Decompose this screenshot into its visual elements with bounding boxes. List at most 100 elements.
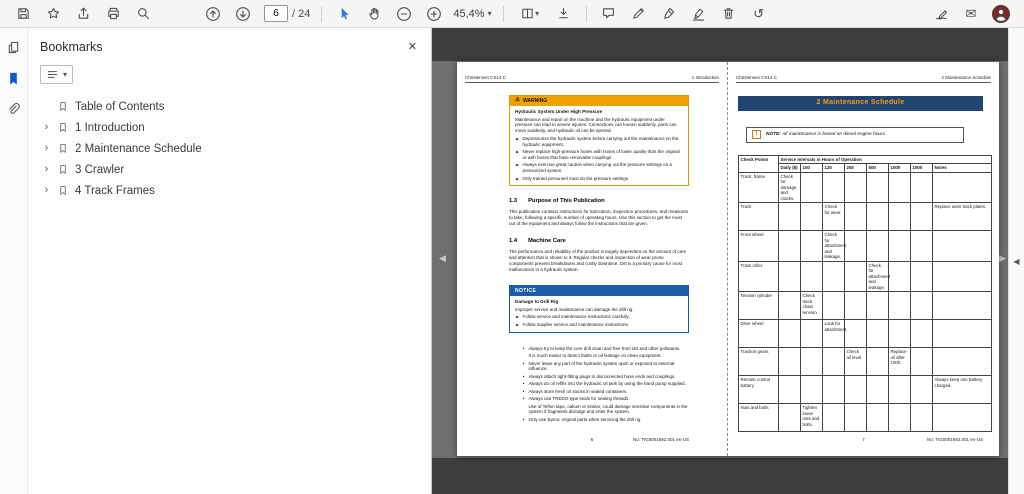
table-body: Track, frame Check for damage and cracks.… bbox=[738, 171, 993, 433]
header-model: Christensen CS14 C bbox=[465, 75, 507, 80]
interval-cell bbox=[910, 375, 933, 405]
page-thumbnails-button[interactable] bbox=[4, 38, 24, 56]
document-viewer[interactable]: ◀ ▶ Christensen CS14 C 1 Introduction ⚠ … bbox=[432, 28, 1008, 494]
interval-cell bbox=[910, 230, 933, 262]
notice-title: Damage to Drill Rig bbox=[515, 298, 559, 304]
signature-pen-icon bbox=[935, 10, 947, 20]
next-page-arrow[interactable]: ▶ bbox=[999, 254, 1006, 263]
interval-cell bbox=[888, 171, 911, 204]
interval-cell bbox=[800, 230, 823, 262]
interval-cell bbox=[778, 230, 801, 262]
interval-cell bbox=[778, 202, 801, 232]
toolbar-divider bbox=[502, 5, 504, 22]
table-row: Track Check for wear. Replace worn track p… bbox=[738, 202, 993, 232]
interval-cell bbox=[888, 375, 911, 405]
warning-title: Hydraulic System Under High Pressure bbox=[515, 108, 603, 114]
select-tool-button[interactable] bbox=[332, 3, 356, 25]
interval-cell bbox=[844, 260, 867, 293]
print-button[interactable] bbox=[101, 3, 125, 25]
page-footer: 6 No: TIG0001692.001 en-US bbox=[457, 437, 727, 443]
find-button[interactable] bbox=[131, 3, 155, 25]
zoom-level-dropdown[interactable]: 45,4% ▾ bbox=[453, 8, 491, 20]
close-icon[interactable]: ✕ bbox=[406, 38, 419, 55]
check-point-cell: Tension cylinder bbox=[738, 291, 779, 321]
star-button[interactable] bbox=[41, 3, 65, 25]
account-button[interactable] bbox=[989, 3, 1013, 25]
note-prefix: NOTE: bbox=[766, 131, 781, 137]
list-item: • Always store fresh oil stocks in sealed… bbox=[522, 388, 628, 394]
attachments-button[interactable] bbox=[4, 100, 24, 118]
pencil-annotate-button[interactable] bbox=[627, 3, 651, 25]
interval-cell bbox=[800, 171, 823, 204]
page-thumbnails-icon bbox=[8, 41, 19, 53]
page-number-input[interactable] bbox=[264, 5, 288, 22]
warning-box: ⚠ WARNING Hydraulic System Under High Pr… bbox=[509, 95, 689, 187]
save-button[interactable] bbox=[11, 3, 35, 25]
rotate-button[interactable]: ↺ bbox=[747, 3, 771, 25]
bookmarks-panel-button[interactable] bbox=[4, 69, 24, 87]
interval-cell bbox=[822, 375, 845, 405]
bookmark-item-table-of-contents[interactable]: Table of Contents bbox=[40, 96, 419, 117]
list-item: • Always try to keep the core drill clean… bbox=[522, 345, 681, 351]
bookmark-label: 4 Track Frames bbox=[75, 184, 155, 197]
list-item: • Never leave any part of the hydraulic s… bbox=[522, 360, 675, 372]
bookmark-icon bbox=[57, 184, 69, 197]
scroll-mode-button[interactable] bbox=[552, 3, 576, 25]
interval-cell bbox=[822, 347, 845, 377]
ink-signature-button[interactable] bbox=[657, 3, 681, 25]
highlight-button[interactable] bbox=[687, 3, 711, 25]
cursor-icon bbox=[341, 7, 349, 20]
delete-button[interactable] bbox=[717, 3, 741, 25]
maintenance-schedule-table: Check Points Service Intervals in Hours … bbox=[738, 154, 993, 433]
next-page-button[interactable] bbox=[231, 3, 255, 25]
navigation-rail bbox=[0, 28, 28, 494]
warning-triangle-icon: ⚠ bbox=[515, 97, 520, 103]
interval-cell bbox=[844, 319, 867, 349]
page-display-button[interactable]: ▾ bbox=[514, 3, 546, 25]
interval-cell bbox=[800, 202, 823, 232]
chevron-right-icon[interactable]: › bbox=[42, 164, 51, 175]
interval-cell: Always keep one battery charged. bbox=[931, 375, 993, 405]
bookmark-icon bbox=[57, 142, 69, 155]
toolbar-divider bbox=[321, 5, 323, 22]
machine-care-list: • Always try to keep the core drill clean… bbox=[509, 346, 689, 423]
zoom-in-button[interactable] bbox=[422, 3, 446, 25]
table-header: Check Points Service Intervals in Hours … bbox=[738, 154, 993, 173]
tools-pane-handle[interactable]: ◀ bbox=[1008, 28, 1024, 494]
warning-label: WARNING bbox=[522, 97, 548, 104]
table-row: Tension cylinder Check track chain tensio… bbox=[738, 291, 993, 321]
arrow-up-circle-icon bbox=[206, 6, 220, 21]
bookmark-item-track-frames[interactable]: › 4 Track Frames bbox=[40, 180, 419, 201]
interval-cell bbox=[822, 171, 845, 204]
bookmark-item-crawler[interactable]: › 3 Crawler bbox=[40, 159, 419, 180]
section-title: Purpose of This Publication bbox=[528, 198, 605, 205]
interval-cell bbox=[910, 260, 933, 293]
bookmark-item-introduction[interactable]: › 1 Introduction bbox=[40, 117, 419, 138]
previous-page-button[interactable] bbox=[201, 3, 225, 25]
rotate-icon: ↺ bbox=[753, 6, 765, 21]
hand-tool-button[interactable] bbox=[362, 3, 386, 25]
exclamation-icon: ! bbox=[752, 130, 761, 140]
chevron-right-icon[interactable]: › bbox=[42, 122, 51, 133]
column-header: 1000 bbox=[888, 163, 911, 173]
chevron-right-icon[interactable]: › bbox=[42, 143, 51, 154]
interval-cell bbox=[888, 291, 911, 321]
zoom-out-button[interactable] bbox=[392, 3, 416, 25]
note-text: NOTE: All maintenance is based on diesel… bbox=[766, 132, 886, 138]
sign-document-button[interactable] bbox=[929, 3, 953, 25]
previous-page-arrow[interactable]: ◀ bbox=[439, 254, 446, 263]
email-button[interactable]: ✉ bbox=[959, 3, 983, 25]
two-page-view-icon bbox=[522, 8, 533, 19]
page-number: 6 bbox=[590, 437, 594, 442]
section-heading-14: 1.4 Machine Care bbox=[509, 238, 689, 246]
comment-button[interactable] bbox=[597, 3, 621, 25]
bookmark-options-button[interactable]: ▾ bbox=[40, 65, 74, 84]
interval-cell: Check for attachment and leakage. bbox=[866, 260, 891, 293]
bookmark-item-maintenance-schedule[interactable]: › 2 Maintenance Schedule bbox=[40, 138, 419, 159]
bookmark-icon bbox=[57, 100, 69, 113]
share-button[interactable] bbox=[71, 3, 95, 25]
chevron-right-icon[interactable]: › bbox=[42, 185, 51, 196]
search-icon bbox=[137, 8, 149, 20]
adjacent-spread-bottom bbox=[432, 458, 1008, 494]
list-item: ▶ Depressurize the hydraulic system befor… bbox=[516, 135, 679, 147]
